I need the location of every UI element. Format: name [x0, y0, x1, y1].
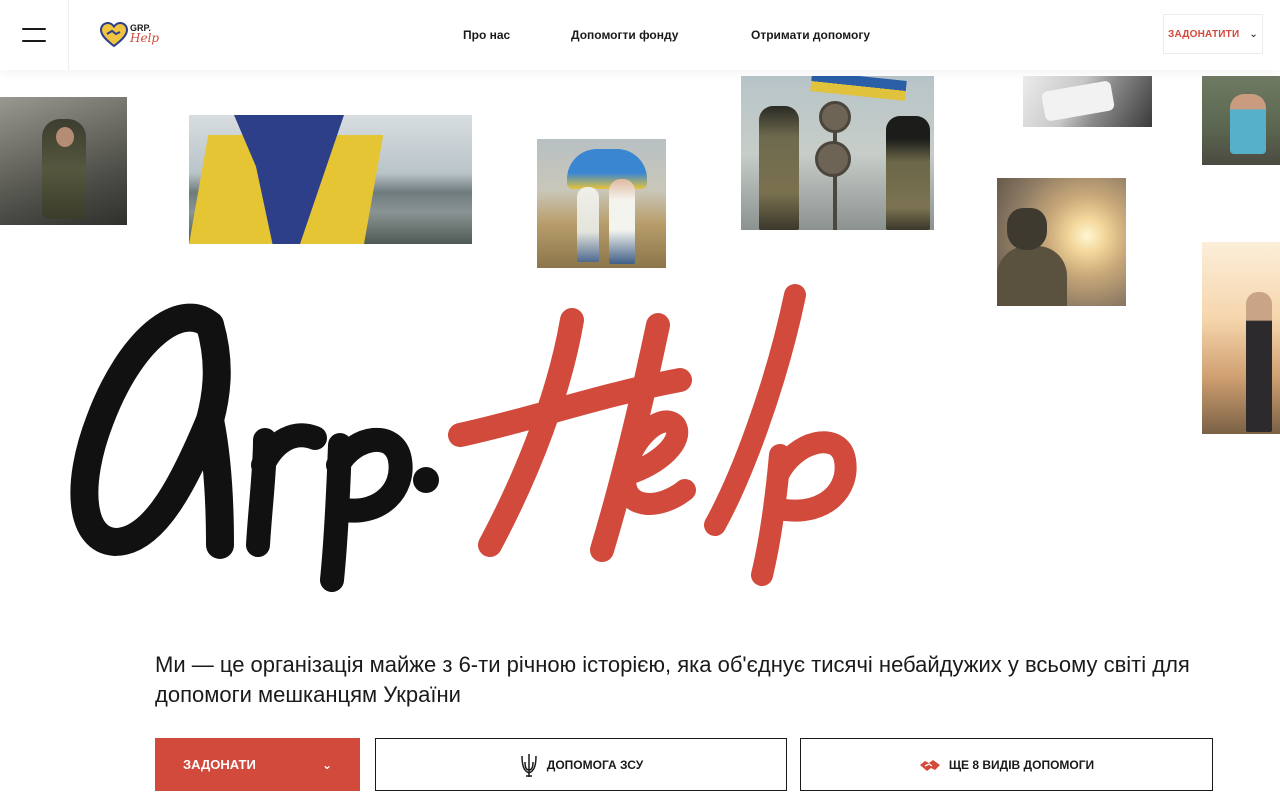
more-help-types-label: ЩЕ 8 ВИДІВ ДОПОМОГИ	[948, 757, 1095, 772]
donate-button-label: ЗАДОНАТИ	[183, 757, 256, 772]
more-help-types-button[interactable]: ЩЕ 8 ВИДІВ ДОПОМОГИ	[800, 738, 1213, 791]
nav-get-help[interactable]: Отримати допомогу	[751, 28, 870, 42]
help-zsu-button[interactable]: ДОПОМОГА ЗСУ	[375, 738, 787, 791]
hero-description: Ми — це організація майже з 6-ти річною …	[155, 652, 1190, 707]
header-donate-label: ЗАДОНАТИТИ	[1168, 28, 1240, 40]
photo-abstract	[1023, 76, 1152, 127]
photo-soldiers-flag	[741, 76, 934, 230]
trident-icon	[521, 753, 537, 777]
nav-about[interactable]: Про нас	[463, 28, 510, 42]
hero-logo	[70, 284, 857, 592]
chevron-down-icon: ⌄	[1249, 28, 1258, 40]
help-zsu-label: ДОПОМОГА ЗСУ	[546, 757, 644, 772]
nav-help-fund[interactable]: Допомогти фонду	[571, 28, 678, 42]
photo-woman-sunrise	[1202, 242, 1280, 434]
chevron-down-icon: ⌄	[321, 757, 332, 772]
main-nav: Про нас Допомогти фонду Отримати допомог…	[0, 0, 1280, 70]
photo-soldier-sunset	[997, 178, 1126, 306]
handshake-icon	[919, 759, 940, 771]
header-donate-button[interactable]: ЗАДОНАТИТИ ⌄	[1163, 14, 1263, 54]
photo-children-flag	[537, 139, 666, 268]
photo-woman-bench	[1202, 76, 1280, 165]
photo-ukrainian-flag-river	[189, 115, 472, 244]
photo-soldier-ruins	[0, 97, 127, 225]
site-header: GRP. Help Про нас Допомогти фонду Отрима…	[0, 0, 1280, 70]
donate-button[interactable]: ЗАДОНАТИ ⌄	[155, 738, 360, 791]
